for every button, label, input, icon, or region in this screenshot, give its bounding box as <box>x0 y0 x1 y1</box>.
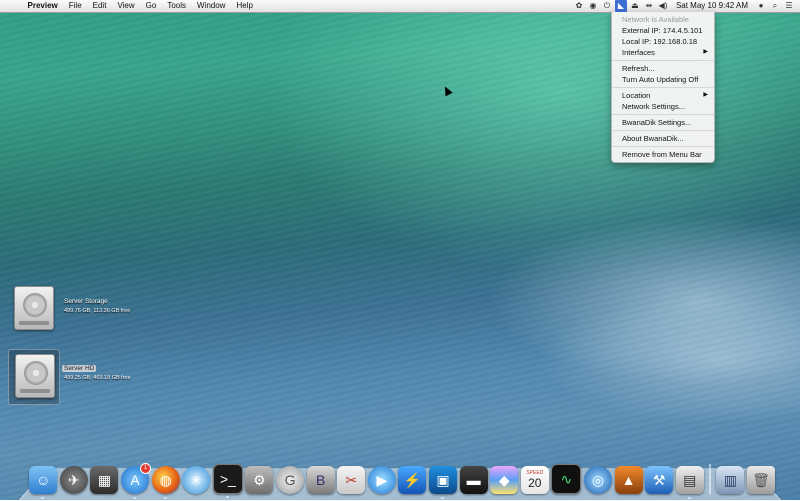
app-menu[interactable]: Preview <box>22 0 63 12</box>
bbedit-icon[interactable]: B <box>306 466 335 494</box>
submenu-arrow-icon: ▶ <box>703 92 708 98</box>
menu-clock[interactable]: Sat May 10 9:42 AM <box>670 0 754 12</box>
drive-info: 499.25 GB, 469.18 GB free <box>64 375 131 381</box>
drive-app-icon[interactable]: ▬ <box>459 466 488 494</box>
preview-icon[interactable]: ▤ <box>675 466 704 499</box>
dock-divider <box>709 464 712 494</box>
external-ip-item[interactable]: External IP: 174.4.5.101 <box>612 25 714 36</box>
downloads-stack-icon[interactable]: ▥ <box>716 466 745 494</box>
lightning-app-icon[interactable]: ⚡ <box>398 466 427 494</box>
notification-badge: 1 <box>140 463 152 474</box>
bwanadik-dropdown-menu: Network is Available External IP: 174.4.… <box>611 12 715 163</box>
app-settings-item[interactable]: BwanaDik Settings... <box>612 117 714 128</box>
drive-name: Server HD <box>62 365 97 372</box>
power-icon[interactable]: ⏻ <box>601 0 613 12</box>
submenu-arrow-icon: ▶ <box>703 49 708 55</box>
app-store-icon[interactable]: A1 <box>121 463 152 499</box>
xcode-icon[interactable]: ⚒ <box>645 466 674 494</box>
drive-name: Server Storage <box>64 298 108 305</box>
location-item[interactable]: Location ▶ <box>612 90 714 101</box>
utilities-icon[interactable]: ✂ <box>337 466 366 494</box>
refresh-item[interactable]: Refresh... <box>612 63 714 74</box>
launchpad-icon[interactable]: ✈ <box>59 466 88 494</box>
activity-monitor-icon[interactable]: ∿ <box>551 464 582 494</box>
menu-window[interactable]: Window <box>192 0 231 12</box>
network-settings-item[interactable]: Network Settings... <box>612 101 714 112</box>
drive-info: 499.76 GB, 113.36 GB free <box>64 308 131 314</box>
safari-icon[interactable]: ✳ <box>182 466 211 494</box>
system-preferences-icon[interactable]: ⚙ <box>245 466 274 494</box>
menu-separator <box>612 146 714 147</box>
terminal-icon[interactable]: >_ <box>212 464 243 498</box>
eject-icon[interactable]: ⏏ <box>629 0 641 12</box>
remove-from-menubar-item[interactable]: Remove from Menu Bar <box>612 149 714 160</box>
volume-icon[interactable]: ◀) <box>657 0 669 12</box>
calendar-day: 20 <box>528 476 542 490</box>
quicktime-icon[interactable]: ▶ <box>367 466 396 494</box>
bwanadik-icon[interactable]: ◣ <box>614 0 627 12</box>
drive-server-hd[interactable]: Server HD 499.25 GB, 469.18 GB free <box>2 345 142 405</box>
finder-icon[interactable]: ☺ <box>29 466 58 499</box>
menu-edit[interactable]: Edit <box>87 0 112 12</box>
menu-view[interactable]: View <box>112 0 140 12</box>
about-item[interactable]: About BwanaDik... <box>612 133 714 144</box>
menu-separator <box>612 60 714 61</box>
auto-update-item[interactable]: Turn Auto Updating Off <box>612 74 714 85</box>
screen-sharing-icon[interactable]: ▣ <box>429 466 458 499</box>
interfaces-item[interactable]: Interfaces ▶ <box>612 47 714 58</box>
list-icon[interactable]: ☰ <box>783 0 795 12</box>
menu-tools[interactable]: Tools <box>162 0 192 12</box>
mission-control-icon[interactable]: ▦ <box>90 466 119 494</box>
trash-icon[interactable]: 🗑 <box>746 466 775 494</box>
package-icon[interactable]: ▲ <box>614 466 643 494</box>
hard-drive-icon <box>15 354 55 398</box>
menu-go[interactable]: Go <box>140 0 162 12</box>
graphite-app-icon[interactable]: G <box>276 466 305 494</box>
user-icon[interactable]: ● <box>755 0 767 12</box>
menu-separator <box>612 114 714 115</box>
dock: ☺ ✈ ▦ A1 ◍ ✳ >_ ⚙ G B ✂ ▶ ⚡ ▣ ▬ ◆ SPEED … <box>28 458 776 499</box>
network-utility-icon[interactable]: ◎ <box>583 466 612 494</box>
menu-help[interactable]: Help <box>231 0 258 12</box>
local-ip-item[interactable]: Local IP: 192.168.0.18 <box>612 36 714 47</box>
hard-drive-icon <box>14 286 54 330</box>
drive-server-storage[interactable]: Server Storage 499.76 GB, 113.36 GB free <box>2 278 142 338</box>
location-label: Location <box>622 91 651 100</box>
status-area: ✿ ◉ ⏻ ◣ ⏏ ⇹ ◀) Sat May 10 9:42 AM ● ⌕ ☰ <box>572 0 796 12</box>
menu-separator <box>612 130 714 131</box>
network-status-item: Network is Available <box>622 15 689 24</box>
eye-icon[interactable]: ◉ <box>587 0 599 12</box>
menu-separator <box>612 87 714 88</box>
spotlight-icon[interactable]: ⌕ <box>769 0 781 12</box>
network-icon[interactable]: ⇹ <box>643 0 655 12</box>
menu-file[interactable]: File <box>63 0 87 12</box>
firefox-icon[interactable]: ◍ <box>151 466 180 499</box>
status-app-icon[interactable]: ✿ <box>573 0 585 12</box>
photos-app-icon[interactable]: ◆ <box>490 466 519 494</box>
interfaces-label: Interfaces <box>622 48 655 57</box>
calendar-icon[interactable]: SPEED 20 <box>520 466 549 494</box>
